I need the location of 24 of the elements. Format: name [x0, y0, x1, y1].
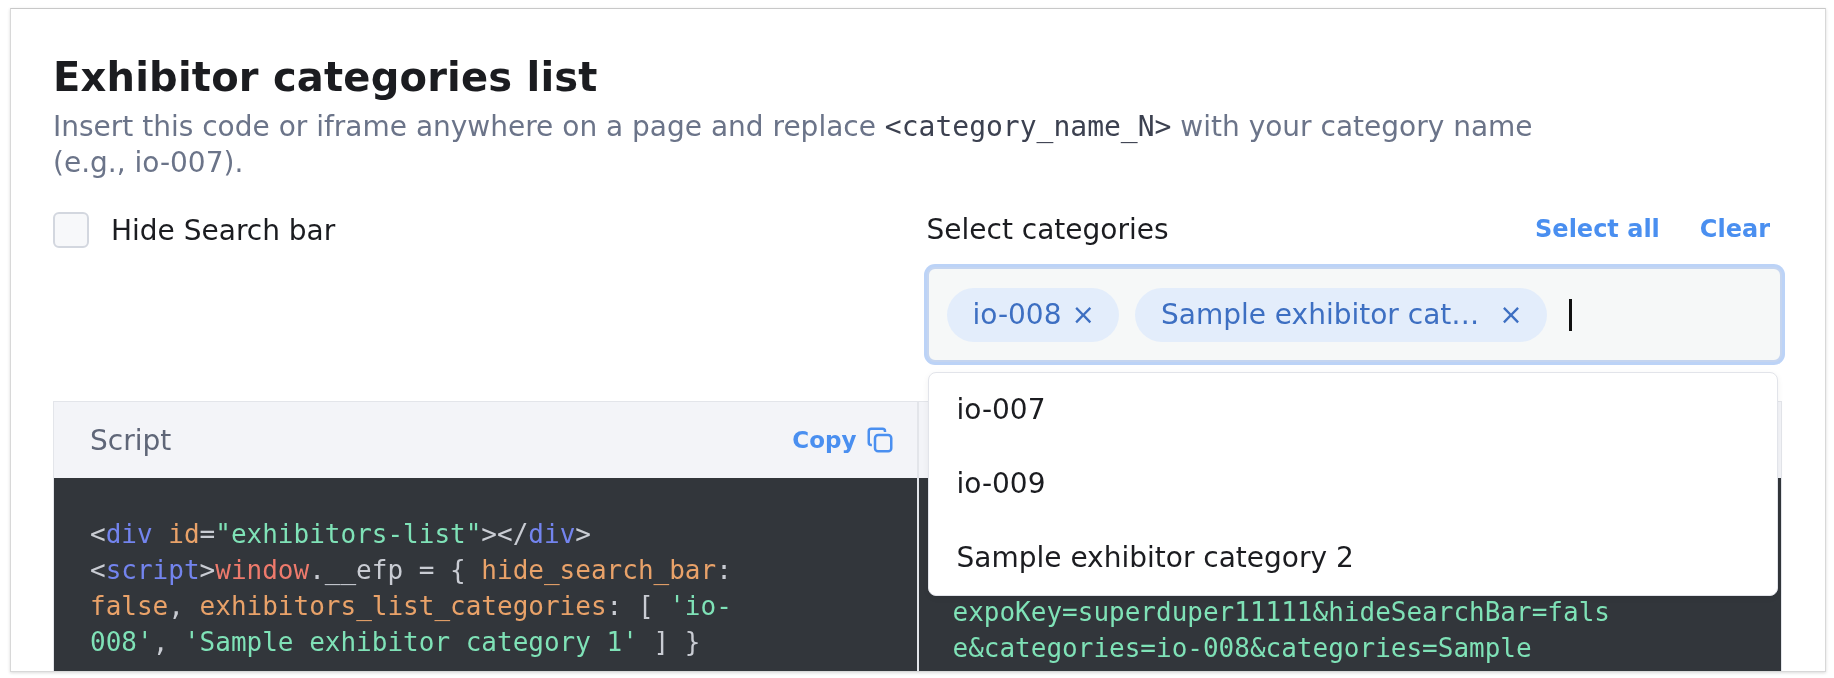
code-line: e&categories=io-008&categories=Sample — [952, 632, 1533, 665]
page-title: Exhibitor categories list — [53, 53, 599, 102]
remove-icon[interactable]: × — [1499, 298, 1523, 331]
code-line: 008', 'Sample exhibitor category 1' ] } — [90, 626, 702, 659]
select-all-link[interactable]: Select all — [1535, 215, 1660, 243]
code-line: <div id="exhibitors-list"></div> — [90, 518, 592, 551]
code-line: expoKey=superduper11111&hideSearchBar=fals — [952, 596, 1611, 629]
code-line: false, exhibitors_list_categories: [ 'io- — [90, 590, 733, 623]
field-label: Select categories — [926, 212, 1169, 246]
panel-title: Script — [90, 423, 172, 457]
remove-icon[interactable]: × — [1071, 298, 1095, 331]
description-text: Insert this code or iframe anywhere on a page and replace <category_name_N> with your category name (e.g., io-007). — [53, 109, 1534, 181]
checkbox[interactable] — [53, 212, 89, 248]
chip-label: io-008 — [972, 298, 1062, 331]
text-cursor — [1568, 298, 1572, 331]
dropdown-option[interactable]: Sample exhibitor category 2 — [928, 521, 1777, 595]
multi-select-field[interactable]: io-008 × Sample exhibitor cat… × — [926, 267, 1782, 362]
dropdown-option[interactable]: io-009 — [928, 447, 1777, 521]
code-line: <script>window.__efp = { hide_search_bar: — [90, 554, 733, 587]
checkbox-label: Hide Search bar — [111, 213, 336, 247]
clear-link[interactable]: Clear — [1699, 215, 1770, 243]
dropdown-option[interactable]: io-007 — [928, 373, 1777, 447]
copy-button[interactable]: Copy — [792, 425, 895, 455]
chip-label: Sample exhibitor cat… — [1160, 298, 1480, 331]
